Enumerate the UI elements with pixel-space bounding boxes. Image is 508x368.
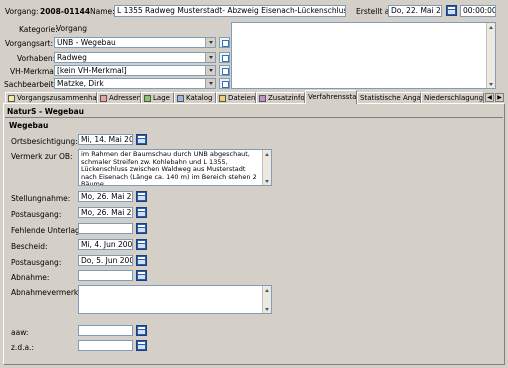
files-icon (219, 94, 226, 102)
map-icon (144, 94, 151, 102)
erstellt-date-input[interactable]: Do, 22. Mai 2008 (388, 5, 442, 17)
calendar-icon[interactable] (136, 223, 147, 234)
abnahme-input[interactable] (78, 270, 133, 281)
calendar-icon[interactable] (136, 270, 147, 281)
vorhaben-select[interactable]: Radweg (54, 52, 216, 63)
tab-adressen[interactable]: Adressen (97, 92, 141, 103)
kategorie-label: Kategorie: (19, 25, 58, 34)
aaw-label: aaw: (11, 328, 29, 337)
catalog-icon (177, 94, 184, 102)
sachbearbeiter-value: Matzke, Dirk (57, 79, 104, 88)
tab-niederschlagung[interactable]: Niederschlagung (421, 92, 484, 103)
calendar-icon[interactable] (136, 325, 147, 336)
vermerk-scrollbar[interactable] (262, 150, 271, 185)
tab-zusatzinfo[interactable]: Zusatzinfo (256, 92, 305, 103)
postausgang2-input[interactable]: Do, 5. Jun 2008 (78, 255, 133, 266)
sachbearbeiter-lookup-icon[interactable] (219, 78, 230, 89)
tab-lage[interactable]: Lage (141, 92, 174, 103)
erstellt-time-input[interactable]: 00:00:00 (460, 5, 496, 17)
calendar-icon[interactable] (136, 191, 147, 202)
sachbearbeiter-select[interactable]: Matzke, Dirk (54, 78, 216, 89)
tab-label: Verfahrensstand (308, 93, 357, 101)
calendar-icon[interactable] (446, 5, 457, 16)
tab-verfahrensstand[interactable]: Verfahrensstand (305, 90, 357, 104)
tab-label: Adressen (109, 93, 141, 102)
address-card-icon (100, 94, 107, 102)
tab-label: Lage (153, 93, 170, 102)
vermerk-label: Vermerk zur OB: (11, 152, 73, 161)
abnahmevermerk-scrollbar[interactable] (262, 286, 271, 313)
vh-merkmal-select[interactable]: [kein VH-Merkmal] (54, 65, 216, 76)
vorgang-number: 2008-01144 (40, 7, 91, 16)
abnahme-label: Abnahme: (11, 273, 50, 282)
bescheid-input[interactable]: Mi, 4. Jun 2008 (78, 239, 133, 250)
ortsbesichtigung-input[interactable]: Mi, 14. Mai 2008 (78, 134, 133, 145)
stellungnahme-input[interactable]: Mo, 26. Mai 2008 (78, 191, 133, 202)
chevron-down-icon[interactable] (205, 53, 215, 62)
notes-textarea[interactable] (231, 22, 496, 89)
vorhaben-value: Radweg (57, 53, 87, 62)
vh-merkmal-lookup-icon[interactable] (219, 65, 230, 76)
tab-label: Dateien (228, 93, 256, 102)
ortsbesichtigung-label: Ortsbesichtigung: (11, 137, 78, 146)
vh-merkmal-label: VH-Merkmal: (10, 67, 59, 76)
tab-label: Statistische Angaben (360, 93, 421, 102)
aaw-input[interactable] (78, 325, 133, 336)
vorgang-label: Vorgang: (5, 7, 39, 16)
tab-katalog[interactable]: Katalog (174, 92, 216, 103)
bescheid-label: Bescheid: (11, 242, 48, 251)
name-label: Name: (90, 7, 115, 16)
abnahmevermerk-label: Abnahmevermerk: (11, 288, 81, 297)
calendar-icon[interactable] (136, 255, 147, 266)
zda-label: z.d.a.: (11, 343, 34, 352)
vermerk-text: im Rahmen der Baumschau durch UNB abgesc… (81, 150, 257, 186)
vermerk-textarea[interactable]: im Rahmen der Baumschau durch UNB abgesc… (78, 149, 272, 186)
tab-label: Niederschlagung (424, 93, 484, 102)
vorgangsart-label: Vorgangsart: (5, 39, 54, 48)
abnahmevermerk-textarea[interactable] (78, 285, 272, 314)
tab-label: Vorgangszusammenhang (17, 93, 97, 102)
postausgang2-label: Postausgang: (11, 258, 62, 267)
tab-statistische-angaben[interactable]: Statistische Angaben (357, 92, 421, 103)
stellungnahme-label: Stellungnahme: (11, 194, 71, 203)
postausgang1-label: Postausgang: (11, 210, 62, 219)
kategorie-value: Vorgang (56, 24, 87, 33)
info-icon (259, 94, 266, 102)
notes-scrollbar[interactable] (486, 23, 495, 88)
panel-header: NaturS - Wegebau (7, 107, 85, 116)
vorgangsart-select[interactable]: UNB - Wegebau (54, 37, 216, 48)
tab-scroll-left-icon[interactable]: ◀ (485, 93, 494, 102)
vorhaben-label: Vorhaben: (17, 54, 56, 63)
tab-label: Katalog (186, 93, 213, 102)
vh-merkmal-value: [kein VH-Merkmal] (57, 66, 127, 75)
tab-scroll-right-icon[interactable]: ▶ (495, 93, 504, 102)
fehlende-input[interactable] (78, 223, 133, 234)
calendar-icon[interactable] (136, 239, 147, 250)
name-input[interactable]: L 1355 Radweg Musterstadt- Abzweig Eisen… (114, 5, 346, 17)
vorhaben-lookup-icon[interactable] (219, 52, 230, 63)
tab-dateien[interactable]: Dateien (216, 92, 256, 103)
vorgangsart-value: UNB - Wegebau (57, 38, 116, 47)
section-title: Wegebau (9, 121, 49, 130)
tab-label: Zusatzinfo (268, 93, 305, 102)
calendar-icon[interactable] (136, 207, 147, 218)
tab-vorgangszusammenhang[interactable]: Vorgangszusammenhang (5, 92, 97, 103)
divider (5, 117, 503, 118)
vorgangsart-lookup-icon[interactable] (219, 37, 230, 48)
zda-input[interactable] (78, 340, 133, 351)
chevron-down-icon[interactable] (205, 66, 215, 75)
calendar-icon[interactable] (136, 134, 147, 145)
calendar-icon[interactable] (136, 340, 147, 351)
postausgang1-input[interactable]: Mo, 26. Mai 2008 (78, 207, 133, 218)
chevron-down-icon[interactable] (205, 38, 215, 47)
chevron-down-icon[interactable] (205, 79, 215, 88)
folder-icon (8, 94, 15, 102)
